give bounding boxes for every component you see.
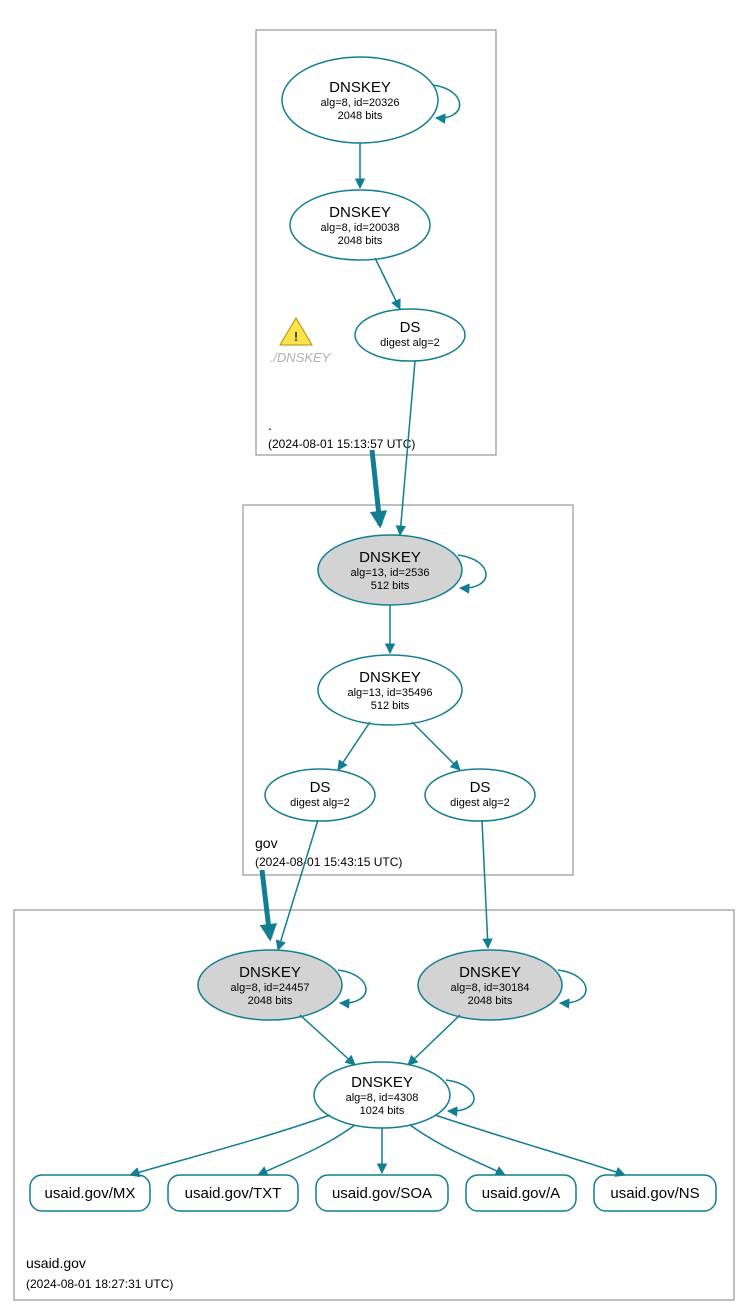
edge-gov-to-usaid-thick xyxy=(262,870,270,938)
edge-usaid-ksk2-zsk xyxy=(408,1015,460,1065)
svg-text:alg=13, id=35496: alg=13, id=35496 xyxy=(347,687,432,699)
node-root-ksk: DNSKEY alg=8, id=20326 2048 bits xyxy=(282,57,438,143)
zone-time-root: (2024-08-01 15:13:57 UTC) xyxy=(268,437,415,451)
node-root-zsk: DNSKEY alg=8, id=20038 2048 bits xyxy=(290,190,430,260)
svg-text:digest alg=2: digest alg=2 xyxy=(450,797,510,809)
rrset-ns: usaid.gov/NS xyxy=(594,1175,716,1211)
node-root-ds: DS digest alg=2 xyxy=(355,309,465,361)
rrset-a: usaid.gov/A xyxy=(466,1175,576,1211)
edge-root-zsk-ds xyxy=(375,258,400,309)
svg-text:DNSKEY: DNSKEY xyxy=(329,79,391,96)
svg-text:usaid.gov/NS: usaid.gov/NS xyxy=(610,1185,699,1202)
zone-label-gov: gov xyxy=(255,835,278,851)
edge-gov-ds1-usaid-ksk1 xyxy=(278,820,318,950)
svg-text:DNSKEY: DNSKEY xyxy=(359,549,421,566)
svg-text:usaid.gov/TXT: usaid.gov/TXT xyxy=(185,1185,282,1202)
node-gov-zsk: DNSKEY alg=13, id=35496 512 bits xyxy=(318,655,462,725)
dnssec-chain-diagram: . (2024-08-01 15:13:57 UTC) DNSKEY alg=8… xyxy=(0,0,749,1312)
svg-text:alg=8, id=20326: alg=8, id=20326 xyxy=(321,97,400,109)
warning-icon: ! xyxy=(280,318,312,345)
svg-text:DNSKEY: DNSKEY xyxy=(329,204,391,221)
edge-zsk-txt xyxy=(258,1125,355,1175)
zone-label-root: . xyxy=(268,417,272,433)
edge-zsk-mx xyxy=(130,1115,330,1175)
zone-time-gov: (2024-08-01 15:43:15 UTC) xyxy=(255,855,402,869)
rrset-mx: usaid.gov/MX xyxy=(30,1175,150,1211)
svg-text:usaid.gov/A: usaid.gov/A xyxy=(482,1185,560,1202)
svg-text:alg=8, id=20038: alg=8, id=20038 xyxy=(321,222,400,234)
node-gov-ksk: DNSKEY alg=13, id=2536 512 bits xyxy=(318,535,462,605)
svg-text:usaid.gov/SOA: usaid.gov/SOA xyxy=(332,1185,432,1202)
edge-usaid-ksk1-zsk xyxy=(300,1015,355,1065)
svg-text:1024 bits: 1024 bits xyxy=(360,1105,405,1117)
zone-time-usaid: (2024-08-01 18:27:31 UTC) xyxy=(26,1277,173,1291)
edge-gov-zsk-ds1 xyxy=(338,722,370,770)
svg-text:2048 bits: 2048 bits xyxy=(468,995,513,1007)
svg-text:DNSKEY: DNSKEY xyxy=(351,1074,413,1091)
svg-text:DS: DS xyxy=(400,319,421,336)
svg-text:usaid.gov/MX: usaid.gov/MX xyxy=(45,1185,136,1202)
svg-text:alg=8, id=24457: alg=8, id=24457 xyxy=(231,982,310,994)
svg-text:2048 bits: 2048 bits xyxy=(338,235,383,247)
node-usaid-ksk1: DNSKEY alg=8, id=24457 2048 bits xyxy=(198,950,342,1020)
svg-text:alg=8, id=30184: alg=8, id=30184 xyxy=(451,982,530,994)
rrset-txt: usaid.gov/TXT xyxy=(168,1175,298,1211)
svg-text:!: ! xyxy=(294,329,298,344)
svg-text:digest alg=2: digest alg=2 xyxy=(380,337,440,349)
ghost-dnskey-label: ./DNSKEY xyxy=(270,350,332,365)
svg-text:DS: DS xyxy=(310,779,331,796)
svg-text:512 bits: 512 bits xyxy=(371,700,410,712)
svg-text:DNSKEY: DNSKEY xyxy=(359,669,421,686)
edge-root-to-gov-thick xyxy=(372,450,380,525)
svg-text:digest alg=2: digest alg=2 xyxy=(290,797,350,809)
edge-zsk-ns xyxy=(435,1115,625,1175)
node-usaid-zsk: DNSKEY alg=8, id=4308 1024 bits xyxy=(314,1062,450,1128)
zone-label-usaid: usaid.gov xyxy=(26,1255,86,1271)
svg-text:2048 bits: 2048 bits xyxy=(248,995,293,1007)
svg-text:alg=13, id=2536: alg=13, id=2536 xyxy=(351,567,430,579)
svg-text:DNSKEY: DNSKEY xyxy=(239,964,301,981)
node-usaid-ksk2: DNSKEY alg=8, id=30184 2048 bits xyxy=(418,950,562,1020)
rrset-soa: usaid.gov/SOA xyxy=(316,1175,448,1211)
edge-gov-ds2-usaid-ksk2 xyxy=(482,820,488,948)
svg-text:DNSKEY: DNSKEY xyxy=(459,964,521,981)
node-gov-ds2: DS digest alg=2 xyxy=(425,769,535,821)
node-gov-ds1: DS digest alg=2 xyxy=(265,769,375,821)
svg-text:alg=8, id=4308: alg=8, id=4308 xyxy=(346,1092,419,1104)
svg-text:DS: DS xyxy=(470,779,491,796)
svg-text:512 bits: 512 bits xyxy=(371,580,410,592)
svg-text:2048 bits: 2048 bits xyxy=(338,110,383,122)
edge-gov-zsk-ds2 xyxy=(412,722,460,770)
